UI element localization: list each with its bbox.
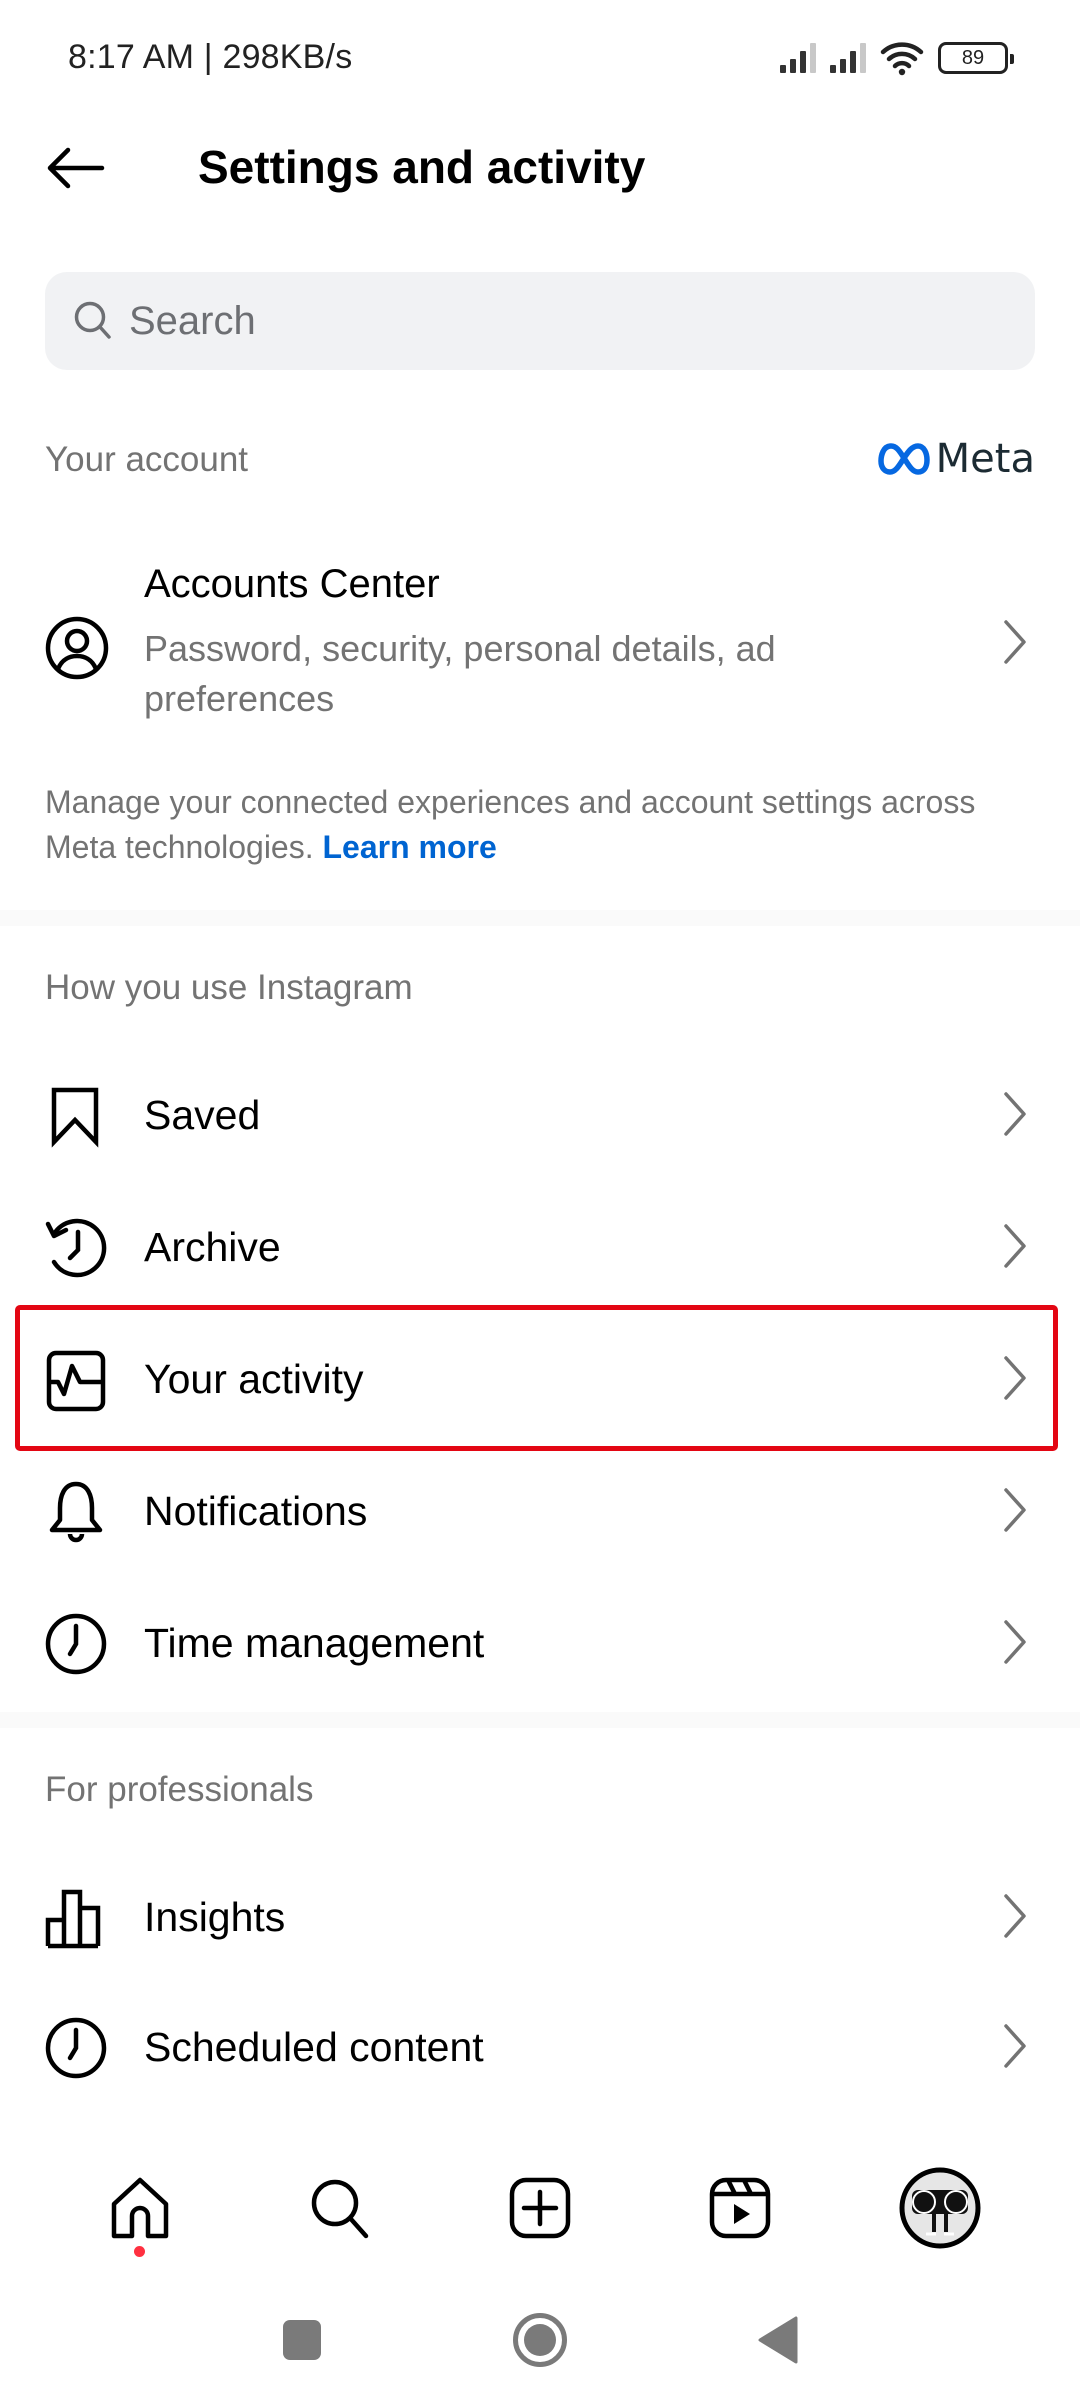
square-icon (283, 2320, 321, 2360)
meta-logo: Meta (877, 436, 1035, 482)
system-navigation-bar (0, 2290, 1080, 2380)
archive-history-icon (45, 1218, 107, 1278)
menu-item-archive[interactable]: Archive (0, 1180, 1080, 1312)
chevron-right-icon (1004, 1894, 1026, 1938)
circle-icon (513, 2313, 567, 2367)
menu-item-saved[interactable]: Saved (0, 1048, 1080, 1180)
chevron-right-icon (1004, 1488, 1026, 1532)
menu-item-notifications[interactable]: Notifications (0, 1444, 1080, 1576)
nav-create[interactable] (480, 2153, 600, 2263)
plus-square-icon (509, 2177, 571, 2238)
arrow-left-icon (47, 147, 105, 189)
menu-item-label: Notifications (144, 1488, 368, 1534)
chevron-right-icon (1004, 620, 1026, 664)
menu-item-label: Time management (144, 1620, 485, 1666)
bar-chart-icon (45, 1889, 101, 1949)
nav-profile[interactable] (880, 2153, 1000, 2263)
section-label-how-you-use: How you use Instagram (45, 968, 413, 1007)
menu-item-label: Your activity (144, 1356, 364, 1402)
accounts-center-subtitle: Password, security, personal details, ad… (144, 628, 776, 719)
menu-item-your-activity[interactable]: Your activity (0, 1312, 1080, 1444)
battery-level: 89 (961, 46, 985, 69)
home-icon (111, 2177, 169, 2238)
meta-brand-text: Meta (935, 436, 1035, 482)
bookmark-icon (51, 1087, 99, 1148)
chevron-right-icon (1004, 1356, 1026, 1400)
clock-icon (45, 2017, 107, 2079)
status-icons: 89 (780, 40, 1014, 76)
clock-icon (45, 1613, 107, 1675)
signal-2-icon (830, 43, 866, 73)
menu-item-insights[interactable]: Insights (0, 1850, 1080, 1982)
section-divider (0, 910, 1080, 926)
section-label-your-account: Your account (45, 440, 249, 479)
search-bar[interactable] (45, 272, 1035, 370)
status-time: 8:17 AM | 298KB/s (68, 38, 353, 76)
back-nav-button[interactable] (748, 2310, 808, 2370)
recents-button[interactable] (272, 2310, 332, 2370)
chevron-right-icon (1004, 1224, 1026, 1268)
nav-search[interactable] (280, 2153, 400, 2263)
search-icon (74, 301, 111, 339)
menu-item-label: Insights (144, 1894, 286, 1940)
nav-reels[interactable] (680, 2153, 800, 2263)
menu-item-time-management[interactable]: Time management (0, 1576, 1080, 1708)
bottom-nav (0, 2150, 1080, 2265)
accounts-center-title: Accounts Center (144, 562, 440, 606)
accounts-center-row[interactable]: Accounts Center Password, security, pers… (0, 560, 1080, 730)
chevron-right-icon (1004, 2024, 1026, 2068)
notification-dot (134, 2245, 145, 2257)
page-title: Settings and activity (198, 141, 646, 193)
bell-icon (49, 1481, 103, 1543)
chevron-right-icon (1004, 1092, 1026, 1136)
menu-item-scheduled-content[interactable]: Scheduled content (0, 1980, 1080, 2112)
section-label-for-professionals: For professionals (45, 1770, 314, 1809)
home-button[interactable] (510, 2310, 570, 2370)
activity-icon (46, 1350, 106, 1412)
menu-item-label: Archive (144, 1224, 281, 1270)
learn-more-link[interactable]: Learn more (323, 829, 497, 865)
signal-1-icon (780, 43, 816, 73)
chevron-right-icon (1004, 1620, 1026, 1664)
reels-icon (709, 2177, 771, 2238)
user-circle-icon (45, 616, 109, 680)
avatar (899, 2167, 981, 2248)
menu-item-label: Saved (144, 1092, 261, 1138)
search-input[interactable] (129, 298, 989, 344)
search-icon (311, 2179, 369, 2238)
triangle-back-icon (758, 2316, 798, 2364)
wifi-icon (880, 42, 924, 76)
battery-icon: 89 (938, 42, 1014, 74)
section-divider (0, 1712, 1080, 1728)
meta-infinity-icon (877, 443, 930, 475)
menu-item-label: Scheduled content (144, 2024, 484, 2070)
accounts-center-description: Manage your connected experiences and ac… (45, 780, 1035, 870)
back-button[interactable] (40, 138, 110, 198)
manage-text: Manage your connected experiences and ac… (45, 784, 976, 865)
nav-home[interactable] (80, 2153, 200, 2263)
